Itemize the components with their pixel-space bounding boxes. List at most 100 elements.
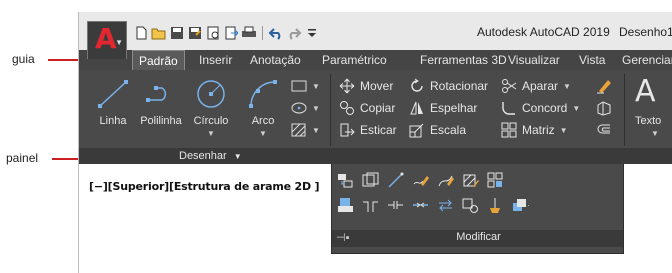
draw-arc-label: Arco [251, 115, 275, 127]
tab-visualizar[interactable]: Visualizar [508, 50, 560, 70]
mirror-button[interactable]: Espelhar [409, 98, 477, 118]
change-space-icon[interactable] [362, 172, 379, 189]
scale-button[interactable]: Escala [409, 120, 466, 140]
array-icon [501, 122, 517, 138]
chevron-down-icon: ▼ [312, 125, 320, 135]
chevron-down-icon[interactable]: ▼ [239, 129, 287, 138]
draw-circle-label: Círculo [193, 115, 229, 127]
plot-icon[interactable] [241, 25, 257, 41]
set-to-bylayer-icon[interactable] [462, 197, 479, 214]
copy-icon [339, 100, 355, 116]
move-button[interactable]: Mover [339, 76, 393, 96]
erase-button[interactable] [596, 76, 612, 96]
ellipse-button[interactable]: ▼ [291, 98, 320, 118]
fillet-button[interactable]: Concord ▼ [501, 98, 580, 118]
chevron-down-icon: ▼ [572, 103, 581, 113]
tab-inserir[interactable]: Inserir [199, 50, 232, 70]
lengthen-icon[interactable] [387, 172, 404, 189]
panel-divider [624, 74, 625, 146]
match-properties-icon[interactable] [337, 172, 354, 189]
document-title: Desenho1. [619, 25, 672, 39]
erase-icon [596, 78, 612, 94]
save-as-icon[interactable] [187, 25, 203, 41]
tab-gerenciar[interactable]: Gerenciar [622, 50, 672, 70]
screen: guia painel A ▼ Autodesk AutoCAD 2019 De… [0, 0, 672, 273]
edit-polyline-icon[interactable] [412, 172, 429, 189]
copy-label: Copiar [360, 101, 396, 115]
new-icon[interactable] [133, 25, 149, 41]
rotate-button[interactable]: Rotacionar [409, 76, 488, 96]
edit-spline-icon[interactable] [437, 172, 454, 189]
hatch-icon [291, 122, 307, 138]
callout-guia-label: guia [12, 52, 35, 66]
trim-label: Aparar [522, 79, 559, 93]
offset-button[interactable] [596, 120, 612, 140]
offset-icon [596, 122, 612, 138]
callout-painel-label: painel [6, 151, 39, 165]
chevron-down-icon: ▼ [115, 38, 123, 47]
modify-panel-title[interactable]: Modificar [332, 231, 625, 243]
open-icon[interactable] [151, 25, 167, 41]
chevron-down-icon: ▼ [233, 152, 242, 161]
arc-icon [247, 78, 279, 110]
mirror-icon [409, 100, 425, 116]
explode-icon [596, 100, 612, 116]
app-title: Autodesk AutoCAD 2019 [477, 25, 610, 39]
stretch-label: Esticar [360, 123, 397, 137]
slideout-row-2 [337, 197, 529, 214]
copy-button[interactable]: Copiar [339, 98, 395, 118]
overkill-icon[interactable] [487, 197, 504, 214]
draw-polyline-label: Polilinha [140, 115, 182, 127]
autocad-logo: A [95, 22, 117, 55]
break-at-point-icon[interactable] [362, 197, 379, 214]
tab-vista[interactable]: Vista [579, 50, 605, 70]
rectangle-icon [291, 78, 307, 94]
customize-icon[interactable] [304, 25, 320, 41]
ellipse-icon [291, 100, 307, 116]
export-icon[interactable] [223, 25, 239, 41]
break-icon[interactable] [387, 197, 404, 214]
chevron-down-icon[interactable]: ▼ [187, 129, 235, 138]
move-label: Mover [360, 79, 394, 93]
tab-ferramentas-3d[interactable]: Ferramentas 3D [420, 50, 507, 70]
trim-button[interactable]: Aparar ▼ [501, 76, 571, 96]
array-button[interactable]: Matriz ▼ [501, 120, 568, 140]
application-menu-button[interactable]: A ▼ [87, 21, 127, 59]
stretch-button[interactable]: Esticar [339, 120, 397, 140]
save-icon[interactable] [169, 25, 185, 41]
line-icon [97, 78, 129, 110]
bring-to-front-icon[interactable] [512, 197, 529, 214]
scale-label: Escala [430, 123, 467, 137]
rectangle-button[interactable]: ▼ [291, 76, 320, 96]
redo-icon[interactable] [286, 25, 302, 41]
text-button[interactable]: A Texto ▼ [631, 74, 672, 144]
edit-array-icon[interactable] [487, 172, 504, 189]
fillet-icon [501, 100, 517, 116]
draw-panel-title-label: Desenhar [179, 150, 227, 162]
rotate-icon [409, 78, 425, 94]
text-label: Texto [635, 115, 662, 127]
move-icon [339, 78, 355, 94]
polyline-icon [145, 78, 177, 110]
draw-polyline-button[interactable]: Polilinha [137, 74, 185, 144]
tab-anotacao[interactable]: Anotação [250, 50, 301, 70]
reverse-icon[interactable] [437, 197, 454, 214]
tab-parametrico[interactable]: Paramétrico [322, 50, 387, 70]
explode-button[interactable] [596, 98, 612, 118]
print-preview-icon[interactable] [205, 25, 221, 41]
hatch-button[interactable]: ▼ [291, 120, 320, 140]
draw-panel-title[interactable]: Desenhar ▼ [179, 150, 242, 162]
chevron-down-icon: ▼ [312, 81, 320, 91]
join-icon[interactable] [412, 197, 429, 214]
draw-arc-button[interactable]: Arco ▼ [239, 74, 287, 144]
draw-order-icon[interactable] [337, 197, 354, 214]
chevron-down-icon: ▼ [312, 103, 320, 113]
chevron-down-icon[interactable]: ▼ [631, 129, 672, 138]
draw-line-button[interactable]: Linha [89, 74, 137, 144]
viewport-controls[interactable]: [−][Superior][Estrutura de arame 2D ] [89, 180, 320, 193]
chevron-down-icon: ▼ [559, 125, 568, 135]
edit-hatch-icon[interactable] [462, 172, 479, 189]
draw-circle-button[interactable]: Círculo ▼ [187, 74, 235, 144]
tab-padrao[interactable]: Padrão [132, 50, 185, 70]
undo-icon[interactable] [268, 25, 284, 41]
